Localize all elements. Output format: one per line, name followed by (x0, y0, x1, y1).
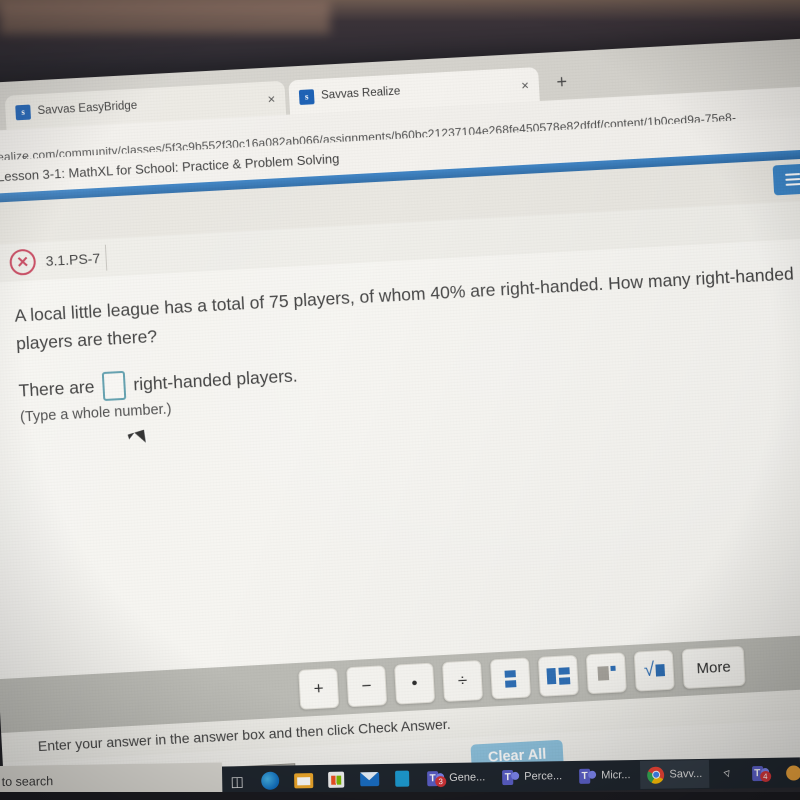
new-tab-button[interactable]: + (550, 72, 573, 93)
list-icon (785, 170, 800, 189)
answer-line: There are right-handed players. (18, 362, 298, 406)
monitor-bezel (0, 792, 800, 800)
taskbar-app-general[interactable]: T 3 Gene... (420, 763, 493, 792)
teams-blue-icon[interactable] (387, 764, 417, 792)
exercise-id: 3.1.PS-7 (45, 250, 101, 269)
tab-label: Savvas EasyBridge (37, 99, 138, 118)
taskbar-app-microsoft[interactable]: T Micr... (572, 761, 638, 790)
desk-blur-highlight (0, 0, 330, 34)
notification-badge: 3 (435, 775, 447, 787)
savvas-icon: s (15, 104, 31, 120)
answer-prefix: There are (18, 376, 95, 401)
math-button-exponent[interactable] (585, 652, 627, 695)
monitor-screen: s Savvas EasyBridge × s Savvas Realize ×… (0, 36, 800, 800)
math-button-plus[interactable]: + (298, 667, 340, 710)
taskbar-app-savvas[interactable]: Savv... (640, 759, 710, 789)
photo-of-monitor: s Savvas EasyBridge × s Savvas Realize ×… (0, 0, 800, 800)
teams-icon: T (502, 769, 520, 785)
taskbar-app-label: Micr... (601, 769, 631, 782)
microsoft-store-icon[interactable] (321, 765, 351, 793)
fraction-icon (504, 669, 517, 688)
problem-pane: A local little league has a total of 75 … (0, 236, 800, 680)
questions-button[interactable]: Qu (772, 161, 800, 196)
answer-input[interactable] (101, 370, 127, 402)
teams-icon: T (579, 768, 597, 784)
taskbar-app-percent[interactable]: T Perce... (495, 762, 569, 791)
pen-icon[interactable]: ▿ (712, 759, 742, 787)
math-button-mixed-number[interactable] (537, 654, 579, 697)
math-button-divide[interactable]: ÷ (441, 659, 484, 703)
math-button-square-root[interactable]: √ (633, 649, 675, 692)
teams-small-icon[interactable]: T 4 (745, 759, 775, 787)
mixed-number-icon (546, 666, 571, 685)
taskbar-app-label: Gene... (449, 771, 486, 784)
taskbar-app-label: Perce... (524, 770, 563, 783)
math-button-multiply-dot[interactable]: • (394, 662, 436, 705)
edge-icon[interactable] (255, 767, 285, 795)
answer-suffix: right-handed players. (132, 365, 299, 395)
orange-circle-icon[interactable] (778, 758, 800, 786)
answer-hint: (Type a whole number.) (19, 401, 172, 426)
exponent-icon (596, 665, 616, 681)
incorrect-icon: ✕ (9, 248, 37, 276)
chrome-icon (647, 766, 665, 784)
divider (104, 244, 108, 271)
teams-icon: T 3 (427, 770, 447, 787)
notification-badge: 4 (759, 770, 771, 782)
file-explorer-icon[interactable] (288, 766, 318, 794)
close-icon[interactable]: × (521, 77, 529, 92)
savvas-icon: s (298, 88, 315, 105)
square-root-icon: √ (643, 659, 665, 682)
math-button-more[interactable]: More (681, 645, 746, 690)
search-placeholder: ere to search (0, 774, 54, 789)
math-button-minus[interactable]: − (346, 665, 388, 708)
taskbar-app-label: Savv... (669, 767, 703, 781)
close-icon[interactable]: × (267, 91, 275, 106)
tab-label: Savvas Realize (320, 85, 401, 102)
math-button-fraction[interactable] (489, 657, 531, 700)
mail-icon[interactable] (354, 765, 384, 793)
